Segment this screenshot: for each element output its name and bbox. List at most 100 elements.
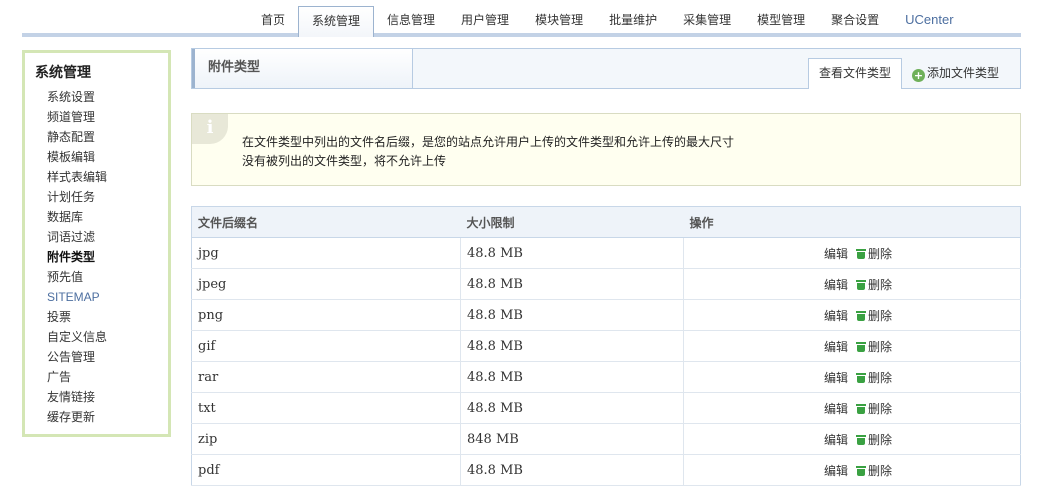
nav-tab-aggregate[interactable]: 聚合设置 [818, 6, 892, 34]
sidebar-item-custom-info[interactable]: 自定义信息 [35, 327, 168, 347]
nav-tab-home[interactable]: 首页 [248, 6, 298, 34]
sidebar-item-ads[interactable]: 广告 [35, 367, 168, 387]
trash-icon [855, 465, 866, 476]
cell-extension: jpg [191, 237, 461, 269]
sidebar-item-static-config[interactable]: 静态配置 [35, 127, 168, 147]
nav-tab-batch[interactable]: 批量维护 [596, 6, 670, 34]
cell-extension: pdf [191, 454, 461, 486]
nav-divider [22, 33, 1021, 37]
cell-size-limit: 848 MB [460, 423, 684, 455]
table-row: gif 48.8 MB 编辑 删除 [191, 330, 1021, 362]
table-row: pdf 48.8 MB 编辑 删除 [191, 454, 1021, 486]
nav-tab-models[interactable]: 模型管理 [744, 6, 818, 34]
cell-extension: gif [191, 330, 461, 362]
trash-icon [855, 279, 866, 290]
view-file-types-button[interactable]: 查看文件类型 [808, 58, 902, 89]
delete-link[interactable]: 删除 [868, 464, 892, 478]
add-file-type-label: 添加文件类型 [927, 66, 1000, 80]
sidebar-item-database[interactable]: 数据库 [35, 207, 168, 227]
info-line-1: 在文件类型中列出的文件名后缀，是您的站点允许用户上传的文件类型和允许上传的最大尺… [242, 135, 735, 149]
nav-tab-users[interactable]: 用户管理 [448, 6, 522, 34]
cell-actions: 编辑 删除 [683, 268, 1021, 300]
nav-tab-info[interactable]: 信息管理 [374, 6, 448, 34]
cell-size-limit: 48.8 MB [460, 299, 684, 331]
table-row: jpg 48.8 MB 编辑 删除 [191, 237, 1021, 269]
delete-link[interactable]: 删除 [868, 371, 892, 385]
page-header: 附件类型 查看文件类型 + 添加文件类型 [191, 48, 1021, 89]
delete-link[interactable]: 删除 [868, 433, 892, 447]
sidebar-item-announcements[interactable]: 公告管理 [35, 347, 168, 367]
cell-actions: 编辑 删除 [683, 299, 1021, 331]
trash-icon [855, 434, 866, 445]
plus-circle-icon: + [912, 69, 925, 82]
cell-extension: rar [191, 361, 461, 393]
edit-link[interactable]: 编辑 [824, 309, 848, 323]
table-row: zip 848 MB 编辑 删除 [191, 423, 1021, 455]
sidebar-item-friend-links[interactable]: 友情链接 [35, 387, 168, 407]
table-header-row: 文件后缀名 大小限制 操作 [191, 206, 1021, 238]
sidebar: 系统管理 系统设置 频道管理 静态配置 模板编辑 样式表编辑 计划任务 数据库 … [22, 50, 171, 437]
trash-icon [855, 403, 866, 414]
nav-tab-ucenter[interactable]: UCenter [892, 6, 966, 34]
sidebar-item-template-edit[interactable]: 模板编辑 [35, 147, 168, 167]
table-row: png 48.8 MB 编辑 删除 [191, 299, 1021, 331]
cell-actions: 编辑 删除 [683, 423, 1021, 455]
nav-tab-collect[interactable]: 采集管理 [670, 6, 744, 34]
table-row: rar 48.8 MB 编辑 删除 [191, 361, 1021, 393]
trash-icon [855, 248, 866, 259]
edit-link[interactable]: 编辑 [824, 340, 848, 354]
edit-link[interactable]: 编辑 [824, 464, 848, 478]
sidebar-item-scheduled-tasks[interactable]: 计划任务 [35, 187, 168, 207]
edit-link[interactable]: 编辑 [824, 433, 848, 447]
col-header-size-limit: 大小限制 [460, 206, 684, 238]
cell-extension: txt [191, 392, 461, 424]
table-row: jpeg 48.8 MB 编辑 删除 [191, 268, 1021, 300]
cell-actions: 编辑 删除 [683, 454, 1021, 486]
sidebar-item-system-settings[interactable]: 系统设置 [35, 87, 168, 107]
sidebar-item-cache-update[interactable]: 缓存更新 [35, 407, 168, 427]
edit-link[interactable]: 编辑 [824, 402, 848, 416]
trash-icon [855, 341, 866, 352]
delete-link[interactable]: 删除 [868, 340, 892, 354]
cell-actions: 编辑 删除 [683, 237, 1021, 269]
cell-size-limit: 48.8 MB [460, 392, 684, 424]
sidebar-item-stylesheet-edit[interactable]: 样式表编辑 [35, 167, 168, 187]
sidebar-item-word-filter[interactable]: 词语过滤 [35, 227, 168, 247]
trash-icon [855, 310, 866, 321]
edit-link[interactable]: 编辑 [824, 278, 848, 292]
col-header-actions: 操作 [683, 206, 1021, 238]
delete-link[interactable]: 删除 [868, 247, 892, 261]
sidebar-item-votes[interactable]: 投票 [35, 307, 168, 327]
nav-tab-system[interactable]: 系统管理 [298, 6, 375, 37]
cell-extension: zip [191, 423, 461, 455]
delete-link[interactable]: 删除 [868, 309, 892, 323]
sidebar-item-sitemap[interactable]: SITEMAP [35, 287, 168, 307]
sidebar-item-channels[interactable]: 频道管理 [35, 107, 168, 127]
cell-size-limit: 48.8 MB [460, 330, 684, 362]
info-line-2: 没有被列出的文件类型，将不允许上传 [242, 154, 447, 168]
sidebar-title: 系统管理 [35, 65, 91, 81]
cell-actions: 编辑 删除 [683, 361, 1021, 393]
edit-link[interactable]: 编辑 [824, 247, 848, 261]
info-icon: i [192, 114, 228, 144]
cell-extension: png [191, 299, 461, 331]
col-header-extension: 文件后缀名 [191, 206, 461, 238]
cell-size-limit: 48.8 MB [460, 237, 684, 269]
cell-actions: 编辑 删除 [683, 330, 1021, 362]
cell-actions: 编辑 删除 [683, 392, 1021, 424]
delete-link[interactable]: 删除 [868, 402, 892, 416]
top-nav: 首页 系统管理 信息管理 用户管理 模块管理 批量维护 采集管理 模型管理 聚合… [248, 6, 967, 37]
file-types-table: 文件后缀名 大小限制 操作 jpg 48.8 MB 编辑 删除 jpeg 48.8 MB 编… [191, 206, 1021, 486]
edit-link[interactable]: 编辑 [824, 371, 848, 385]
sidebar-item-attachment-types[interactable]: 附件类型 [35, 247, 168, 267]
sidebar-item-presets[interactable]: 预先值 [35, 267, 168, 287]
cell-size-limit: 48.8 MB [460, 268, 684, 300]
trash-icon [855, 372, 866, 383]
info-notice: i 在文件类型中列出的文件名后缀，是您的站点允许用户上传的文件类型和允许上传的最… [191, 113, 1021, 186]
cell-size-limit: 48.8 MB [460, 454, 684, 486]
cell-extension: jpeg [191, 268, 461, 300]
delete-link[interactable]: 删除 [868, 278, 892, 292]
nav-tab-modules[interactable]: 模块管理 [522, 6, 596, 34]
page-title: 附件类型 [192, 49, 413, 88]
add-file-type-button[interactable]: + 添加文件类型 [912, 58, 1012, 88]
